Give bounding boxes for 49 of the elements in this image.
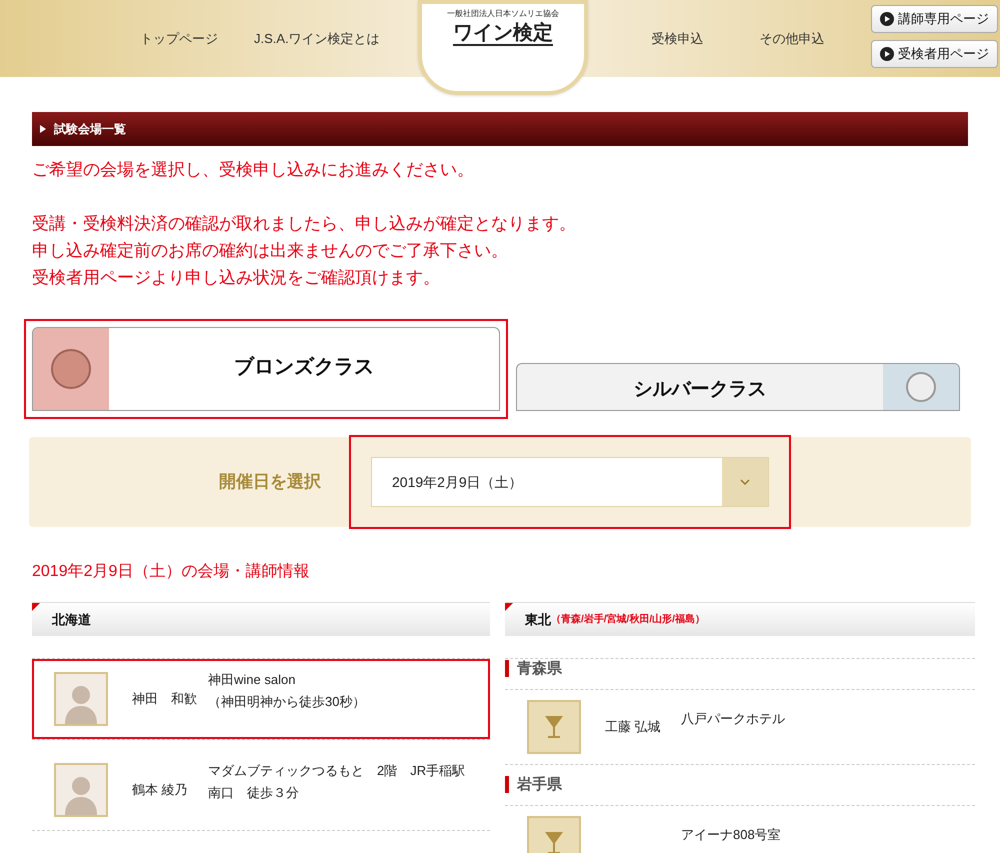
instructor-name: 鶴本 綾乃 <box>131 781 189 800</box>
venue-entry[interactable]: 工藤 弘城 八戸パークホテル <box>505 690 975 764</box>
class-tab[interactable]: ブロンズクラス <box>32 327 500 411</box>
venue-text: （神田明神から徒歩30秒） <box>208 693 366 711</box>
class-tab[interactable]: シルバークラス <box>516 363 960 411</box>
corner-mark <box>505 603 513 611</box>
page-link-button[interactable]: 講師専用ページ <box>871 5 998 33</box>
play-icon <box>880 47 894 61</box>
prefecture-heading: 岩手県 <box>505 776 562 793</box>
wine-glass-icon <box>543 714 565 740</box>
notice-text: 受講・受検料決済の確認が取れましたら、申し込みが確定となります。 <box>32 213 577 235</box>
venue-text: 神田wine salon <box>208 671 296 689</box>
nav-link[interactable]: トップページ <box>140 28 218 48</box>
venue-text: 八戸パークホテル <box>681 710 785 728</box>
emblem-icon <box>33 328 109 410</box>
nav-link[interactable]: J.S.A.ワイン検定とは <box>254 28 380 48</box>
instructor-name: 工藤 弘城 <box>604 718 662 736</box>
logo-title: ワイン検定 <box>453 20 553 46</box>
region-note: （青森/岩手/宮城/秋田/山形/福島） <box>551 612 705 627</box>
emblem-icon <box>883 364 959 410</box>
venue-text: マダムブティックつるもと 2階 JR手稲駅 <box>208 762 466 780</box>
venue-entry[interactable]: 鶴本 綾乃 マダムブティックつるもと 2階 JR手稲駅 南口 徒歩３分 <box>32 750 490 830</box>
date-select[interactable]: 2019年2月9日（土） <box>371 457 769 507</box>
prefecture-heading: 青森県 <box>505 660 562 677</box>
chevron-down-icon <box>722 458 768 506</box>
logo-org: 一般社団法人日本ソムリエ協会 <box>447 8 559 20</box>
venue-entry[interactable]: アイーナ808号室 <box>505 806 975 853</box>
region-title: 北海道 <box>52 610 91 629</box>
instructor-name: 神田 和歓 <box>131 690 198 708</box>
notice-text: 受検者用ページより申し込み状況をご確認頂けます。 <box>32 267 441 289</box>
date-label: 開催日を選択 <box>219 471 322 494</box>
notice-text: ご希望の会場を選択し、受検申し込みにお進みください。 <box>32 159 475 181</box>
nav-link[interactable]: その他申込 <box>760 28 825 48</box>
logo-badge[interactable]: 一般社団法人日本ソムリエ協会 ワイン検定 <box>418 0 588 95</box>
nav-link[interactable]: 受検申込 <box>652 28 704 48</box>
venue-text: アイーナ808号室 <box>681 826 781 844</box>
corner-mark <box>32 603 40 611</box>
venue-heading: 2019年2月9日（土）の会場・講師情報 <box>32 562 310 582</box>
section-title: 試験会場一覧 <box>54 121 126 138</box>
page-link-button[interactable]: 受検者用ページ <box>871 40 998 68</box>
triangle-icon <box>40 125 46 133</box>
avatar-placeholder <box>54 763 108 817</box>
region-title: 東北 <box>525 610 551 629</box>
wine-glass-icon <box>543 830 565 853</box>
notice-text: 申し込み確定前のお席の確約は出来ませんのでご了承下さい。 <box>32 240 509 262</box>
avatar-placeholder <box>54 672 108 726</box>
venue-text: 南口 徒歩３分 <box>208 784 300 802</box>
venue-entry[interactable]: 神田 和歓 神田wine salon （神田明神から徒歩30秒） <box>32 659 490 739</box>
play-icon <box>880 12 894 26</box>
